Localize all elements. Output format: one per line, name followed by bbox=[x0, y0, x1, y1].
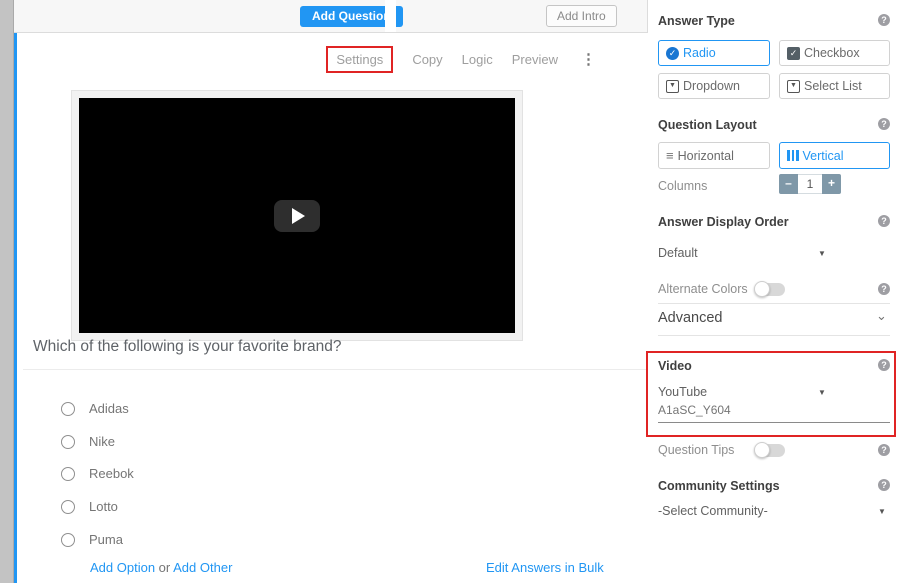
question-tips-label: Question Tips bbox=[658, 443, 734, 457]
radio-button[interactable] bbox=[61, 402, 75, 416]
option-row: Nike bbox=[61, 433, 115, 450]
help-icon[interactable]: ? bbox=[878, 359, 890, 371]
answer-type-radio[interactable]: ✓ Radio bbox=[658, 40, 770, 66]
option-label[interactable]: Lotto bbox=[89, 499, 118, 514]
columns-increment-button[interactable]: + bbox=[822, 174, 841, 194]
option-label[interactable]: Puma bbox=[89, 532, 123, 547]
alternate-colors-label: Alternate Colors bbox=[658, 282, 748, 296]
columns-decrement-button[interactable]: – bbox=[779, 174, 798, 194]
option-row: Adidas bbox=[61, 400, 129, 417]
tile-label: Radio bbox=[683, 46, 716, 60]
community-select[interactable]: -Select Community- bbox=[658, 504, 768, 518]
help-icon[interactable]: ? bbox=[878, 14, 890, 26]
option-label[interactable]: Adidas bbox=[89, 401, 129, 416]
add-other-link[interactable]: Add Other bbox=[173, 560, 232, 575]
left-gutter bbox=[0, 0, 14, 583]
tab-settings[interactable]: Settings bbox=[326, 46, 393, 73]
add-intro-button[interactable]: Add Intro bbox=[546, 5, 617, 27]
columns-label: Columns bbox=[658, 179, 707, 193]
tile-label: Horizontal bbox=[678, 149, 734, 163]
play-icon bbox=[292, 208, 305, 224]
toggle-knob bbox=[754, 442, 770, 458]
tab-logic[interactable]: Logic bbox=[462, 52, 493, 67]
tile-label: Select List bbox=[804, 79, 862, 93]
video-id-input[interactable] bbox=[658, 403, 890, 423]
radio-button[interactable] bbox=[61, 467, 75, 481]
tile-label: Vertical bbox=[803, 149, 844, 163]
checkbox-icon: ✓ bbox=[787, 47, 800, 60]
tab-preview[interactable]: Preview bbox=[512, 52, 558, 67]
divider bbox=[658, 303, 890, 304]
question-title[interactable]: Which of the following is your favorite … bbox=[33, 338, 341, 356]
help-icon[interactable]: ? bbox=[878, 215, 890, 227]
help-icon[interactable]: ? bbox=[878, 283, 890, 295]
help-icon[interactable]: ? bbox=[878, 479, 890, 491]
caret-down-icon: ▼ bbox=[878, 507, 886, 516]
radio-button[interactable] bbox=[61, 500, 75, 514]
layout-horizontal[interactable]: ≡ Horizontal bbox=[658, 142, 770, 169]
settings-sidebar: Answer Type ? ✓ Radio ✓ Checkbox ▼ Dropd… bbox=[648, 0, 900, 583]
question-layout-label: Question Layout bbox=[658, 118, 757, 132]
tab-copy[interactable]: Copy bbox=[412, 52, 442, 67]
option-row: Puma bbox=[61, 531, 123, 548]
radio-selected-icon: ✓ bbox=[666, 47, 679, 60]
chevron-down-icon[interactable]: ⌄ bbox=[876, 308, 887, 324]
question-divider bbox=[23, 369, 651, 370]
advanced-section-toggle[interactable]: Advanced bbox=[658, 310, 723, 326]
question-tips-toggle[interactable] bbox=[755, 444, 785, 457]
alternate-colors-toggle[interactable] bbox=[755, 283, 785, 296]
answer-type-select-list[interactable]: ▼ Select List bbox=[779, 73, 890, 99]
more-options-icon[interactable]: ⋮ bbox=[581, 52, 596, 67]
edit-answers-in-bulk-link[interactable]: Edit Answers in Bulk bbox=[486, 560, 604, 575]
caret-down-icon: ▼ bbox=[818, 388, 826, 397]
answer-type-dropdown[interactable]: ▼ Dropdown bbox=[658, 73, 770, 99]
toggle-knob bbox=[754, 281, 770, 297]
option-label[interactable]: Reebok bbox=[89, 466, 134, 481]
columns-value[interactable]: 1 bbox=[798, 174, 822, 194]
survey-builder-screen: Add Question Add Intro Settings Copy Log… bbox=[0, 0, 900, 583]
add-option-link[interactable]: Add Option bbox=[90, 560, 155, 575]
option-row: Reebok bbox=[61, 465, 134, 482]
community-settings-label: Community Settings bbox=[658, 479, 780, 493]
question-toolbar: Settings Copy Logic Preview ⋮ bbox=[326, 46, 596, 73]
question-card: Settings Copy Logic Preview ⋮ Which of t… bbox=[14, 33, 648, 583]
tile-label: Dropdown bbox=[683, 79, 740, 93]
select-list-icon: ▼ bbox=[787, 80, 800, 93]
play-button[interactable] bbox=[274, 200, 320, 232]
help-icon[interactable]: ? bbox=[878, 444, 890, 456]
or-text: or bbox=[159, 560, 171, 575]
builder-topbar: Add Question Add Intro bbox=[14, 0, 648, 33]
video-player bbox=[79, 98, 515, 333]
video-player-frame bbox=[71, 90, 523, 341]
option-actions: Add Option or Add Other bbox=[90, 560, 232, 575]
radio-button[interactable] bbox=[61, 435, 75, 449]
answer-type-checkbox[interactable]: ✓ Checkbox bbox=[779, 40, 890, 66]
layout-vertical[interactable]: Vertical bbox=[779, 142, 890, 169]
vertical-bars-icon bbox=[787, 150, 799, 161]
video-provider-select[interactable]: YouTube bbox=[658, 385, 707, 399]
horizontal-lines-icon: ≡ bbox=[666, 149, 674, 162]
divider bbox=[658, 335, 890, 336]
display-order-select[interactable]: Default bbox=[658, 246, 698, 260]
topbar-divider bbox=[385, 0, 396, 32]
video-label: Video bbox=[658, 359, 692, 373]
columns-stepper: – 1 + bbox=[779, 174, 841, 194]
dropdown-icon: ▼ bbox=[666, 80, 679, 93]
radio-button[interactable] bbox=[61, 533, 75, 547]
tile-label: Checkbox bbox=[804, 46, 860, 60]
option-label[interactable]: Nike bbox=[89, 434, 115, 449]
caret-down-icon: ▼ bbox=[818, 249, 826, 258]
answer-type-label: Answer Type bbox=[658, 14, 735, 28]
help-icon[interactable]: ? bbox=[878, 118, 890, 130]
answer-display-order-label: Answer Display Order bbox=[658, 215, 789, 229]
option-row: Lotto bbox=[61, 498, 118, 515]
